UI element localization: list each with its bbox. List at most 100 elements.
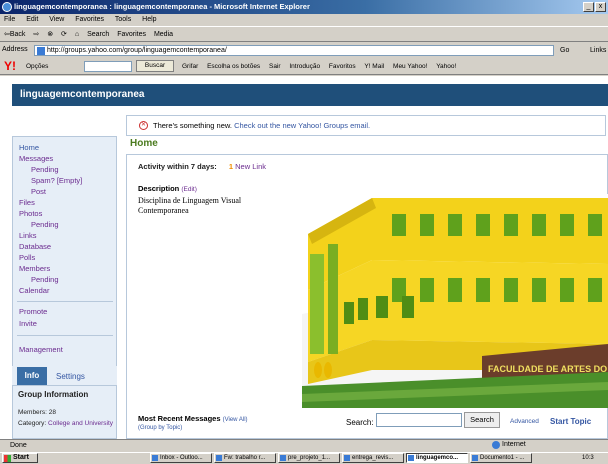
nav-promote[interactable]: Promote [19, 307, 47, 316]
yahoo-search-input[interactable] [84, 61, 132, 72]
nav-files[interactable]: Files [19, 198, 35, 207]
group-photo: FACULDADE DE ARTES DO PARANÁ [302, 194, 608, 408]
yahoo-yahoo[interactable]: Yahoo! [436, 63, 456, 70]
view-all-link[interactable]: (View All) [223, 417, 248, 423]
notice-text: There's something new. [153, 121, 232, 130]
address-input[interactable]: http://groups.yahoo.com/group/linguagemc… [34, 45, 554, 56]
task-email[interactable]: Fw: trabalho r... [214, 453, 276, 463]
yahoo-sair[interactable]: Sair [269, 63, 281, 70]
menu-file[interactable]: File [4, 16, 15, 23]
forward-button[interactable]: ⇨ [33, 31, 39, 38]
search-button[interactable]: Search [87, 31, 109, 38]
new-link-link[interactable]: New Link [235, 162, 266, 171]
yahoo-escolha[interactable]: Escolha os botões [207, 63, 260, 70]
task-label: pre_projeto_1... [288, 455, 331, 461]
home-button[interactable]: ⌂ [75, 31, 79, 38]
outlook-icon [152, 455, 158, 461]
description-heading: Description (Edit) [138, 184, 197, 193]
start-label: Start [13, 454, 29, 461]
menu-view[interactable]: View [49, 16, 64, 23]
search-label: Search: [346, 418, 374, 427]
nav-database[interactable]: Database [19, 242, 51, 251]
advanced-search-link[interactable]: Advanced [510, 418, 539, 425]
task-word-doc[interactable]: entrega_revis... [342, 453, 404, 463]
group-category: Category: College and University [18, 420, 114, 428]
task-label: Fw: trabalho r... [224, 455, 266, 461]
nav-members-pending[interactable]: Pending [31, 275, 59, 284]
edit-description-link[interactable]: (Edit) [181, 186, 197, 193]
menu-bar: File Edit View Favorites Tools Help [0, 14, 608, 26]
globe-icon [492, 441, 500, 449]
nav-calendar[interactable]: Calendar [19, 286, 49, 295]
nav-post[interactable]: Post [31, 187, 46, 196]
menu-help[interactable]: Help [142, 16, 156, 23]
word-icon [280, 455, 286, 461]
task-outlook[interactable]: Inbox - Outloo... [150, 453, 212, 463]
ie-icon [2, 2, 12, 12]
start-button[interactable]: Start [2, 453, 38, 463]
start-topic-link[interactable]: Start Topic [550, 417, 591, 426]
email-icon [216, 455, 222, 461]
sidebar-divider [17, 335, 113, 336]
page-title: Home [130, 138, 158, 149]
media-button[interactable]: Media [154, 31, 173, 38]
activity-summary: Activity within 7 days: 1 New Link [138, 162, 266, 171]
notice-banner: ✕ There's something new. Check out the n… [126, 115, 606, 136]
go-button[interactable]: Go [560, 44, 569, 57]
links-button[interactable]: Links [590, 44, 606, 57]
yahoo-logo[interactable]: Y! [4, 59, 16, 73]
nav-messages[interactable]: Messages [19, 154, 53, 163]
status-text: Done [10, 442, 27, 449]
group-by-topic-link[interactable]: (Group by Topic) [138, 425, 182, 431]
message-search-button[interactable]: Search [464, 412, 500, 428]
yahoo-buscar-button[interactable]: Buscar [136, 60, 174, 72]
yahoo-mail[interactable]: Y! Mail [364, 63, 384, 70]
yahoo-toolbar-items: Grifar Escolha os botões Sair Introdução… [182, 58, 463, 75]
menu-tools[interactable]: Tools [115, 16, 131, 23]
back-button[interactable]: ⇦Back [4, 31, 25, 38]
word-icon [472, 455, 478, 461]
browser-toolbar: ⇦Back ⇨ ⊗ ⟳ ⌂ Search Favorites Media [0, 26, 608, 42]
notice-link[interactable]: Check out the new Yahoo! Groups email. [234, 121, 370, 130]
yahoo-toolbar: Y! Opções Buscar Grifar Escolha os botõe… [0, 58, 608, 75]
page-content: linguagemcontemporanea Home Messages Pen… [0, 76, 608, 439]
sidebar: Home Messages Pending Spam? [Empty] Post… [12, 136, 117, 372]
yahoo-grifar[interactable]: Grifar [182, 63, 198, 70]
task-word-doc[interactable]: Documento1 - ... [470, 453, 532, 463]
favorites-button[interactable]: Favorites [117, 31, 146, 38]
message-search-input[interactable] [376, 413, 462, 427]
ie-icon [408, 455, 414, 461]
nav-management[interactable]: Management [19, 345, 63, 354]
menu-edit[interactable]: Edit [26, 16, 38, 23]
minimize-button[interactable]: _ [583, 2, 594, 12]
yahoo-options[interactable]: Opções [26, 58, 48, 75]
task-word-doc[interactable]: pre_projeto_1... [278, 453, 340, 463]
stop-button[interactable]: ⊗ [47, 31, 53, 38]
nav-photos-pending[interactable]: Pending [31, 220, 59, 229]
refresh-button[interactable]: ⟳ [61, 31, 67, 38]
nav-invite[interactable]: Invite [19, 319, 37, 328]
windows-flag-icon [4, 455, 11, 462]
task-label: Documento1 - ... [480, 455, 525, 461]
yahoo-favoritos[interactable]: Favoritos [329, 63, 356, 70]
group-header[interactable]: linguagemcontemporanea [12, 84, 608, 106]
tab-settings[interactable]: Settings [56, 372, 85, 381]
nav-messages-pending[interactable]: Pending [31, 165, 59, 174]
recent-messages-label: Most Recent Messages [138, 414, 221, 423]
nav-polls[interactable]: Polls [19, 253, 35, 262]
security-zone: Internet [490, 439, 526, 451]
category-link[interactable]: College and University [48, 420, 113, 427]
menu-favorites[interactable]: Favorites [75, 16, 104, 23]
close-button[interactable]: x [595, 2, 606, 12]
yahoo-meu-yahoo[interactable]: Meu Yahoo! [393, 63, 427, 70]
task-browser[interactable]: linguagemco... [406, 453, 468, 463]
nav-photos[interactable]: Photos [19, 209, 42, 218]
nav-members[interactable]: Members [19, 264, 50, 273]
nav-home[interactable]: Home [19, 143, 39, 152]
nav-spam[interactable]: Spam? [Empty] [31, 176, 82, 185]
zone-text: Internet [502, 441, 526, 448]
tab-info[interactable]: Info [17, 367, 47, 385]
yahoo-introducao[interactable]: Introdução [289, 63, 320, 70]
nav-links[interactable]: Links [19, 231, 37, 240]
task-label: entrega_revis... [352, 455, 394, 461]
